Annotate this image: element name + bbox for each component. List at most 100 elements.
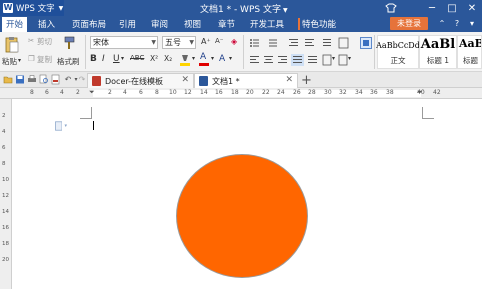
- menu-special-features[interactable]: 特色功能: [298, 18, 336, 30]
- shading-dropdown-icon[interactable]: ▾: [332, 55, 335, 62]
- ruler-number: 2: [76, 89, 80, 96]
- page-icon: [55, 121, 63, 131]
- window-title: 文档1 * - WPS 文字 ▼: [200, 2, 288, 15]
- style-normal[interactable]: AaBbCcDd 正文: [376, 35, 420, 69]
- menu-insert[interactable]: 插入: [38, 18, 55, 30]
- bold-button[interactable]: B: [90, 54, 97, 64]
- font-color-dropdown-icon[interactable]: ▾: [211, 55, 214, 62]
- style-heading-1[interactable]: AaBl 标题 1: [419, 35, 457, 69]
- app-name: WPS 文字: [16, 4, 55, 14]
- font-color-letter: A: [200, 52, 207, 62]
- style-heading[interactable]: AaB 标题: [457, 35, 482, 69]
- orange-circle-shape[interactable]: [176, 154, 308, 278]
- paragraph-list-tools[interactable]: [249, 37, 359, 49]
- paste-dropdown-icon[interactable]: ▾: [18, 57, 21, 64]
- cut-icon[interactable]: ✂: [28, 36, 34, 45]
- menu-references[interactable]: 引用: [119, 18, 136, 30]
- format-painter-button[interactable]: 格式刷: [57, 56, 80, 67]
- copy-button[interactable]: 复制: [37, 54, 52, 65]
- style-normal-label: 正文: [390, 56, 406, 65]
- ribbon-toolbar: 粘贴 ▾ ✂ 剪切 ❐ 复制 格式刷 宋体 ▼ 五号 ▼ A⁺ A⁻ ◈ B I…: [0, 32, 482, 72]
- subscript-button[interactable]: X₂: [164, 54, 172, 63]
- wps-logo-icon: W: [3, 3, 13, 13]
- paste-button[interactable]: 粘贴: [2, 56, 17, 67]
- app-menu-button[interactable]: W WPS 文字 ▼: [0, 0, 64, 16]
- title-dropdown-icon[interactable]: ▼: [283, 7, 288, 14]
- menu-developer[interactable]: 开发工具: [250, 18, 284, 30]
- help-icon[interactable]: ?: [452, 18, 462, 29]
- italic-button[interactable]: I: [102, 54, 105, 64]
- ruler-number: 4: [60, 89, 64, 96]
- font-size-select[interactable]: 五号 ▼: [162, 36, 196, 49]
- chevron-down-icon: ▼: [151, 39, 156, 46]
- underline-dropdown-icon[interactable]: ▾: [121, 55, 124, 62]
- menu-home[interactable]: 开始: [2, 17, 28, 32]
- window-title-text: 文档1 * - WPS 文字: [200, 5, 281, 15]
- print-icon[interactable]: [27, 74, 37, 85]
- menu-chapter[interactable]: 章节: [218, 18, 235, 30]
- ruler-number: 22: [262, 89, 270, 96]
- ruler-number: 10: [169, 89, 177, 96]
- first-line-indent-marker[interactable]: ⏷: [89, 88, 95, 97]
- cut-button[interactable]: 剪切: [37, 36, 52, 47]
- vruler-number: 6: [2, 145, 6, 151]
- paragraph-handle-icon[interactable]: ▾: [55, 121, 67, 131]
- ribbon-separator: [374, 35, 375, 69]
- show-marks-icon[interactable]: [360, 37, 372, 49]
- login-button[interactable]: 未登录: [390, 17, 428, 30]
- style-heading-1-sample: AaBl: [420, 37, 456, 52]
- font-color-button[interactable]: A: [198, 52, 210, 66]
- strikethrough-button[interactable]: ABC: [130, 54, 144, 62]
- text-cursor: [93, 121, 94, 130]
- text-effect-dropdown-icon[interactable]: ▾: [229, 55, 232, 62]
- ruler-number: 12: [184, 89, 192, 96]
- paragraph-align-tools[interactable]: [249, 54, 359, 66]
- tab-document-1[interactable]: 文档1 * ✕: [194, 73, 298, 88]
- ruler-number: 4: [123, 89, 127, 96]
- open-folder-icon[interactable]: [3, 74, 13, 85]
- close-button[interactable]: ✕: [462, 0, 482, 16]
- chevron-down-icon: ▾: [64, 123, 67, 129]
- grow-font-button[interactable]: A⁺: [201, 37, 211, 46]
- ruler-number: 38: [386, 89, 394, 96]
- tab-docer-templates[interactable]: Docer-在线模板 ✕: [87, 73, 194, 88]
- ruler-number: 36: [370, 89, 378, 96]
- font-family-select[interactable]: 宋体 ▼: [90, 36, 158, 49]
- skin-icon[interactable]: [385, 3, 397, 13]
- border-dropdown-icon[interactable]: ▾: [348, 55, 351, 62]
- ruler-number: 18: [231, 89, 239, 96]
- text-effect-icon[interactable]: A: [219, 54, 225, 64]
- clear-format-icon[interactable]: ◈: [231, 37, 237, 46]
- save-icon[interactable]: [15, 74, 25, 85]
- vruler-number: 12: [2, 193, 9, 199]
- chevron-down-icon: ▼: [58, 4, 64, 12]
- format-painter-icon[interactable]: [62, 36, 76, 50]
- right-indent-marker[interactable]: ⏷: [417, 88, 423, 97]
- close-tab-icon[interactable]: ✕: [181, 75, 189, 85]
- add-tab-button[interactable]: +: [301, 73, 312, 88]
- maximize-button[interactable]: □: [442, 0, 462, 16]
- menu-view[interactable]: 视图: [184, 18, 201, 30]
- style-normal-sample: AaBbCcDd: [376, 41, 420, 50]
- export-pdf-icon[interactable]: [51, 74, 61, 85]
- chevron-down-icon: ▼: [189, 39, 194, 46]
- vertical-ruler[interactable]: 2 4 6 8 10 12 14 16 18 20: [0, 99, 12, 289]
- shrink-font-button[interactable]: A⁻: [215, 37, 223, 45]
- superscript-button[interactable]: X²: [150, 54, 158, 63]
- horizontal-ruler[interactable]: 8 6 4 2 2 4 6 8 10 12 14 16 18 20 22 24 …: [0, 88, 482, 99]
- highlight-dropdown-icon[interactable]: ▾: [192, 55, 195, 62]
- tab-docer-label: Docer-在线模板: [105, 76, 164, 86]
- menu-page-layout[interactable]: 页面布局: [72, 18, 106, 30]
- chevron-up-icon[interactable]: ⌃: [437, 18, 447, 29]
- paste-icon[interactable]: [4, 36, 20, 54]
- print-preview-icon[interactable]: [39, 74, 49, 85]
- style-heading-label: 标题: [463, 56, 478, 65]
- copy-icon[interactable]: ❐: [28, 54, 35, 63]
- underline-button[interactable]: U: [113, 54, 120, 64]
- highlight-icon[interactable]: [179, 53, 191, 67]
- minimize-button[interactable]: ─: [422, 0, 442, 16]
- more-icon[interactable]: ▾: [467, 18, 477, 29]
- close-tab-icon[interactable]: ✕: [285, 75, 293, 85]
- ruler-number: 16: [215, 89, 223, 96]
- menu-review[interactable]: 审阅: [151, 18, 168, 30]
